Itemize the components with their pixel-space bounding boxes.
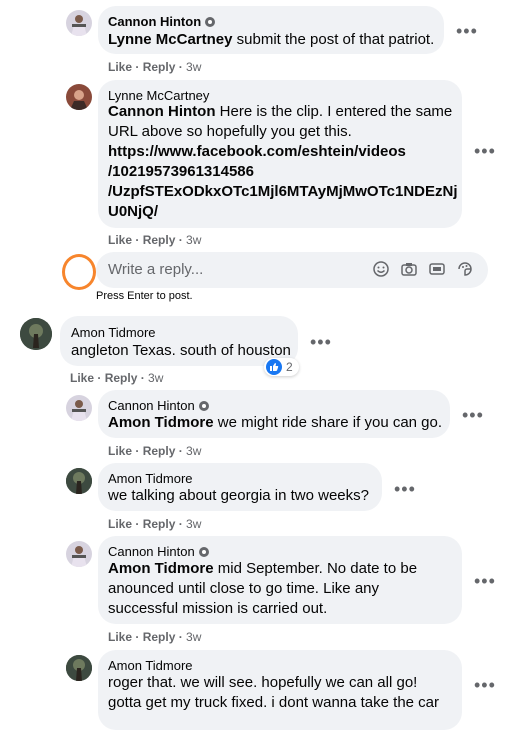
comment-text: angleton Texas. south of houston [71, 342, 291, 359]
avatar[interactable] [66, 468, 92, 494]
verified-icon [205, 16, 216, 27]
like-button[interactable]: Like [108, 444, 132, 458]
mention[interactable]: Cannon Hinton [108, 103, 215, 120]
verified-icon [198, 546, 209, 557]
mention[interactable]: Amon Tidmore [108, 560, 214, 577]
avatar[interactable] [66, 84, 92, 110]
author-name[interactable]: Cannon Hinton [108, 398, 195, 413]
more-options-icon[interactable]: ••• [394, 480, 416, 498]
mention[interactable]: Lynne McCartney [108, 31, 232, 48]
like-button[interactable]: Like [70, 371, 94, 385]
reply-button[interactable]: Reply [105, 371, 138, 385]
author-name[interactable]: Amon Tidmore [108, 471, 193, 486]
author-name[interactable]: Lynne McCartney [108, 88, 209, 103]
avatar [62, 254, 96, 290]
timestamp[interactable]: 3w [186, 630, 201, 644]
gif-icon[interactable] [428, 260, 446, 278]
author-name[interactable]: Cannon Hinton [108, 544, 195, 559]
like-reaction-icon [266, 359, 282, 375]
post-hint: Press Enter to post. [96, 290, 193, 302]
comment-bubble: Lynne McCartney Cannon Hinton Here is th… [98, 80, 462, 228]
more-options-icon[interactable]: ••• [456, 22, 478, 40]
like-button[interactable]: Like [108, 630, 132, 644]
avatar[interactable] [66, 395, 92, 421]
camera-icon[interactable] [400, 260, 418, 278]
like-button[interactable]: Like [108, 233, 132, 247]
link-line[interactable]: /10219573961314586 [108, 162, 458, 182]
like-button[interactable]: Like [108, 517, 132, 531]
sticker-icon[interactable] [456, 260, 474, 278]
comment-link[interactable]: https://www.facebook.com/eshtein/videos … [108, 142, 458, 222]
comment-bubble: Cannon Hinton Amon Tidmore we might ride… [98, 390, 450, 438]
comment-bubble: Amon Tidmore we talking about georgia in… [98, 463, 382, 511]
link-line[interactable]: U0NjQ/ [108, 202, 458, 222]
comment-text: we talking about georgia in two weeks? [108, 487, 369, 504]
comment-text: roger that. we will see. hopefully we ca… [108, 674, 440, 711]
timestamp[interactable]: 3w [186, 233, 201, 247]
more-options-icon[interactable]: ••• [310, 333, 332, 351]
reply-button[interactable]: Reply [143, 630, 176, 644]
more-options-icon[interactable]: ••• [474, 142, 496, 160]
comment-text: we might ride share if you can go. [213, 414, 443, 431]
avatar[interactable] [66, 10, 92, 36]
avatar[interactable] [66, 655, 92, 681]
timestamp[interactable]: 3w [148, 371, 163, 385]
reaction-badge[interactable]: 2 [264, 358, 299, 376]
comment-bubble: Cannon Hinton Lynne McCartney submit the… [98, 6, 444, 54]
avatar[interactable] [66, 541, 92, 567]
more-options-icon[interactable]: ••• [474, 676, 496, 694]
reply-button[interactable]: Reply [143, 517, 176, 531]
like-button[interactable]: Like [108, 60, 132, 74]
more-options-icon[interactable]: ••• [462, 406, 484, 424]
author-name[interactable]: Amon Tidmore [108, 658, 193, 673]
verified-icon [198, 400, 209, 411]
comment-bubble: Cannon Hinton Amon Tidmore mid September… [98, 536, 462, 624]
mention[interactable]: Amon Tidmore [108, 414, 214, 431]
timestamp[interactable]: 3w [186, 60, 201, 74]
reply-input[interactable]: Write a reply... [96, 252, 488, 288]
link-line[interactable]: /UzpfSTExODkxOTc1Mjl6MTAyMjMwOTc1NDEzNj [108, 182, 458, 202]
comment-text: submit the post of that patriot. [232, 31, 435, 48]
comment-bubble: Amon Tidmore roger that. we will see. ho… [98, 650, 462, 730]
author-name[interactable]: Cannon Hinton [108, 14, 201, 29]
timestamp[interactable]: 3w [186, 444, 201, 458]
reply-button[interactable]: Reply [143, 233, 176, 247]
timestamp[interactable]: 3w [186, 517, 201, 531]
reply-placeholder: Write a reply... [108, 261, 204, 278]
avatar[interactable] [20, 318, 52, 350]
author-name[interactable]: Amon Tidmore [71, 325, 156, 340]
reaction-count: 2 [286, 360, 293, 374]
reply-button[interactable]: Reply [143, 60, 176, 74]
comment-bubble: Amon Tidmore angleton Texas. south of ho… [60, 316, 298, 366]
reply-button[interactable]: Reply [143, 444, 176, 458]
more-options-icon[interactable]: ••• [474, 572, 496, 590]
link-line[interactable]: https://www.facebook.com/eshtein/videos [108, 142, 458, 162]
emoji-icon[interactable] [372, 260, 390, 278]
